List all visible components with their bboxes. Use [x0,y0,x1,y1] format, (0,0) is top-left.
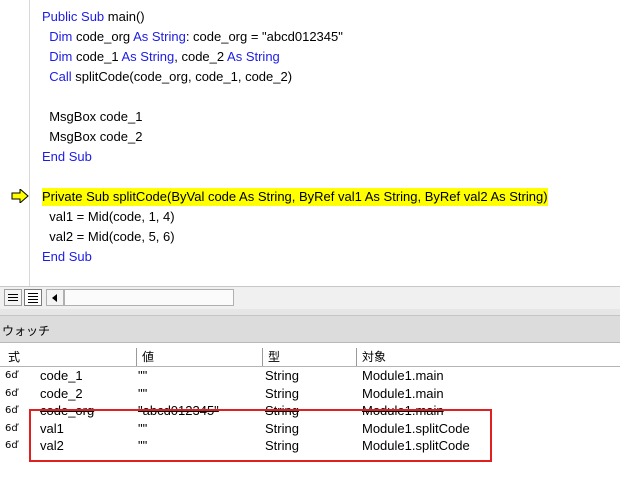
code-text: val1 = Mid(code, 1, 4) [42,209,175,224]
code-line[interactable]: Private Sub splitCode(ByVal code As Stri… [42,188,548,206]
watch-type: String [265,368,299,383]
code-text: : code_org = "abcd012345" [185,29,343,44]
code-line[interactable]: Public Sub main() [42,8,145,26]
glasses-icon: 6ď [5,370,18,381]
watch-context: Module1.main [362,385,444,401]
column-divider[interactable] [136,348,137,366]
glasses-icon: 6ď [5,440,18,451]
watch-context: Module1.main [362,368,444,383]
code-keyword: As String [133,29,186,44]
code-keyword: As String [121,49,175,64]
code-line[interactable]: Dim code_1 As String, code_2 As String [42,48,280,66]
scroll-left-button[interactable] [46,289,64,306]
code-line[interactable]: Dim code_org As String: code_org = "abcd… [42,28,343,46]
watch-value: "" [138,368,148,383]
watch-row[interactable]: 6ď code_1 "" String Module1.main [0,367,620,384]
code-text: splitCode(code_org, code_1, code_2) [71,69,293,84]
glasses-icon: 6ď [5,405,18,416]
highlight-annotation-box [29,409,492,462]
column-divider[interactable] [262,348,263,366]
editor-bottom-bar [0,286,620,310]
watch-window-title: ウォッチ [2,324,51,338]
code-keyword: Dim [42,49,73,64]
code-line[interactable]: val1 = Mid(code, 1, 4) [42,208,175,226]
execution-arrow-icon [11,189,29,203]
watch-expression: code_1 [40,368,83,383]
code-keyword: Public Sub [42,9,105,24]
code-keyword: End Sub [42,249,92,264]
code-text: code_org [72,29,134,44]
glasses-icon: 6ď [5,387,18,399]
glasses-icon: 6ď [5,422,18,434]
column-value[interactable]: 値 [142,349,154,365]
horizontal-scrollbar[interactable] [64,289,234,306]
watch-type: String [265,385,299,401]
margin-indicator-bar[interactable] [0,0,30,286]
code-text: code_1 [72,49,122,64]
code-line[interactable]: Call splitCode(code_org, code_1, code_2) [42,68,292,86]
column-type[interactable]: 型 [268,349,280,365]
code-text: MsgBox code_2 [42,129,143,144]
column-context[interactable]: 対象 [362,349,386,365]
code-keyword: Dim [42,29,73,44]
code-text: main() [104,9,145,24]
code-keyword: Call [42,69,72,84]
procedure-view-button[interactable] [4,289,22,306]
code-keyword: End Sub [42,149,92,164]
code-line[interactable]: End Sub [42,248,92,266]
code-line[interactable]: val2 = Mid(code, 5, 6) [42,228,175,246]
code-keyword: As String [227,49,280,64]
code-text: MsgBox code_1 [42,109,143,124]
code-text: Private Sub splitCode(ByVal code As Stri… [42,189,548,204]
code-line[interactable]: End Sub [42,148,92,166]
code-text: val2 = Mid(code, 5, 6) [42,229,175,244]
code-line[interactable]: MsgBox code_1 [42,108,142,126]
full-module-view-button[interactable] [24,289,42,306]
watch-expression: code_2 [40,385,83,401]
column-divider[interactable] [356,348,357,366]
watch-row[interactable]: 6ď code_2 "" String Module1.main [0,385,620,402]
watch-column-header: 式 値 型 対象 [0,348,620,367]
column-expression[interactable]: 式 [8,349,20,365]
left-arrow-icon [52,294,57,302]
code-line[interactable]: MsgBox code_2 [42,128,142,146]
watch-value: "" [138,385,148,401]
watch-window-titlebar[interactable]: ウォッチ [0,315,620,343]
code-text: , code_2 [174,49,228,64]
code-editor[interactable]: Public Sub main() Dim code_org As String… [0,0,620,286]
